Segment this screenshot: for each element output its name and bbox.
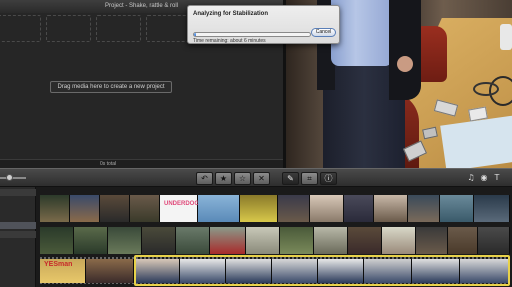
clip-frame xyxy=(240,195,278,222)
progress-fill xyxy=(194,33,197,36)
project-status-bar: 0s total xyxy=(0,159,283,174)
event-library xyxy=(0,187,36,287)
zoom-slider-track[interactable] xyxy=(0,177,26,179)
toolbar: ↶ ★ ☆ ✕ ✎ ⌗ ⓘ ♫ ◉ T xyxy=(0,168,512,187)
empty-clip-slot xyxy=(46,15,91,42)
library-item-selected[interactable] xyxy=(0,222,36,229)
underdog-title-text: UNDERDOG xyxy=(164,201,200,207)
clip-frame xyxy=(314,227,348,254)
clip-frame xyxy=(416,227,448,254)
drag-media-hint[interactable]: Drag media here to create a new project xyxy=(50,81,172,93)
clip-frame xyxy=(310,195,344,222)
star-outline-icon: ☆ xyxy=(238,174,247,183)
star-button[interactable]: ★ xyxy=(215,172,232,185)
empty-clip-slot xyxy=(96,15,141,42)
clip-frame xyxy=(40,195,70,222)
clip-frame xyxy=(344,195,374,222)
library-item[interactable] xyxy=(0,189,36,196)
star-outline-button[interactable]: ☆ xyxy=(234,172,251,185)
title-clip-frame: YESman xyxy=(40,259,86,283)
project-total-duration: 0s total xyxy=(100,161,117,167)
text-icon[interactable]: T xyxy=(492,173,502,183)
time-remaining-label: Time remaining: about 6 minutes xyxy=(193,38,266,44)
clip-frame xyxy=(448,227,478,254)
clip-frame xyxy=(408,195,440,222)
clip-frame xyxy=(108,227,142,254)
library-item[interactable] xyxy=(0,231,36,238)
clip-frame xyxy=(348,227,382,254)
cancel-button[interactable]: Cancel xyxy=(311,28,336,37)
keyword-pen-icon: ✎ xyxy=(287,174,294,183)
clip-frame xyxy=(278,195,310,222)
stabilization-dialog: Analyzing for Stabilization Cancel Time … xyxy=(187,5,340,44)
clip-frame xyxy=(100,195,130,222)
zoom-slider-knob[interactable] xyxy=(6,174,13,181)
info-button[interactable]: ⓘ xyxy=(320,172,337,185)
imovie-window: Project - Shake, rattle & roll Drag medi… xyxy=(0,0,512,287)
clip-frame xyxy=(440,195,474,222)
clip-frame xyxy=(474,195,510,222)
progress-bar xyxy=(193,32,311,37)
cable-image xyxy=(473,82,499,96)
clip-frame xyxy=(74,227,108,254)
clip-frame xyxy=(374,195,408,222)
reject-button[interactable]: ✕ xyxy=(253,172,270,185)
crop-button[interactable]: ⌗ xyxy=(301,172,318,185)
title-clip-frame: UNDERDOG xyxy=(160,195,200,222)
event-browser: UNDERDOG YESman xyxy=(36,187,512,287)
undo-button[interactable]: ↶ xyxy=(196,172,213,185)
jacket-image xyxy=(389,0,421,100)
clip-frame xyxy=(280,227,314,254)
clip-frame xyxy=(246,227,280,254)
clip-frame xyxy=(478,227,510,254)
dialog-title: Analyzing for Stabilization xyxy=(193,11,269,17)
yesman-title-text: YESman xyxy=(44,261,73,268)
empty-clip-slot xyxy=(0,15,41,42)
info-icon: ⓘ xyxy=(324,174,333,183)
clip-frame xyxy=(40,227,74,254)
clip-frame xyxy=(382,227,416,254)
clip-filmstrip[interactable]: UNDERDOG xyxy=(40,195,510,222)
empty-clip-slot xyxy=(146,15,191,42)
hand-image xyxy=(397,56,413,72)
clip-frame xyxy=(142,227,176,254)
clip-frame xyxy=(86,259,134,283)
shirt-image xyxy=(331,0,393,66)
clip-selection-outline[interactable] xyxy=(134,255,510,286)
browser-tools: ♫ ◉ T xyxy=(466,173,506,184)
clip-frame xyxy=(130,195,160,222)
clip-filmstrip[interactable] xyxy=(40,227,510,254)
clip-frame xyxy=(210,227,246,254)
crop-icon: ⌗ xyxy=(307,174,312,183)
device-image xyxy=(500,24,512,50)
star-icon: ★ xyxy=(219,174,228,183)
keyword-pen-button[interactable]: ✎ xyxy=(282,172,299,185)
clip-frame xyxy=(70,195,100,222)
undo-icon: ↶ xyxy=(201,174,208,183)
audio-icon[interactable]: ♫ xyxy=(466,173,476,183)
project-view-controls[interactable] xyxy=(228,161,278,174)
clip-frame xyxy=(198,195,240,222)
reject-icon: ✕ xyxy=(258,174,265,183)
camera-icon[interactable]: ◉ xyxy=(479,173,489,183)
clip-frame xyxy=(176,227,210,254)
